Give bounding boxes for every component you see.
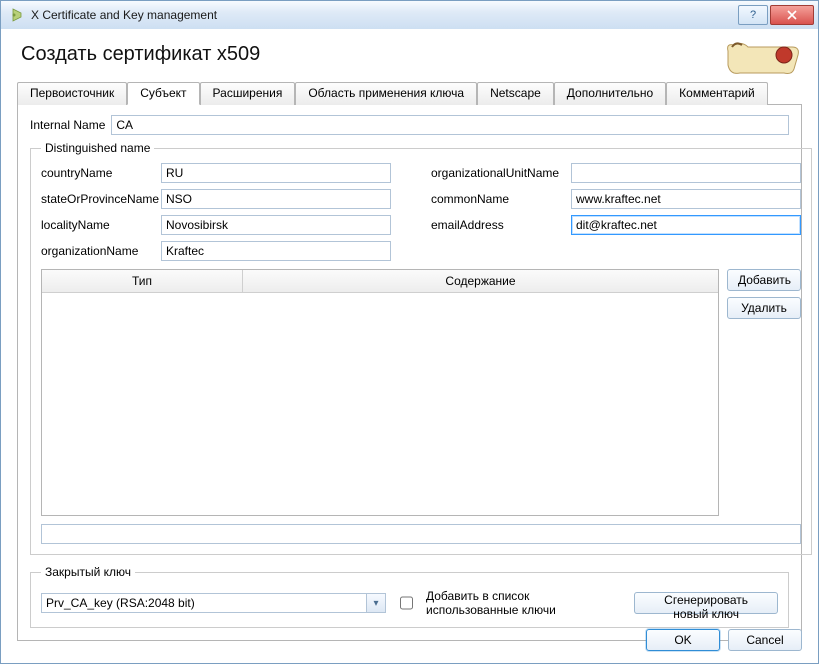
email-input[interactable] xyxy=(571,215,801,235)
close-icon xyxy=(786,10,798,20)
add-button[interactable]: Добавить xyxy=(727,269,801,291)
tab-subject[interactable]: Субъект xyxy=(127,82,199,105)
state-name-label: stateOrProvinceName xyxy=(41,192,161,206)
window-controls: ? xyxy=(738,5,814,25)
tab-panel-subject: Internal Name Distinguished name country… xyxy=(17,105,802,641)
private-key-selected: Prv_CA_key (RSA:2048 bit) xyxy=(42,596,366,610)
tab-extensions[interactable]: Расширения xyxy=(200,82,296,105)
org-name-label: organizationName xyxy=(41,244,161,258)
distinguished-name-group: Distinguished name countryName organizat… xyxy=(30,141,812,555)
country-name-input[interactable] xyxy=(161,163,391,183)
used-keys-label: Добавить в список использованные ключи xyxy=(426,589,614,617)
help-button[interactable]: ? xyxy=(738,5,768,25)
state-name-input[interactable] xyxy=(161,189,391,209)
dn-extra-table[interactable]: Тип Содержание xyxy=(41,269,719,516)
tab-netscape[interactable]: Netscape xyxy=(477,82,554,105)
page-title: Создать сертификат x509 xyxy=(21,43,260,66)
generate-key-button[interactable]: Сгенерировать новый ключ xyxy=(634,592,778,614)
app-logo xyxy=(722,39,802,79)
org-name-input[interactable] xyxy=(161,241,391,261)
chevron-down-icon: ▾ xyxy=(366,594,385,612)
locality-name-input[interactable] xyxy=(161,215,391,235)
tab-advanced[interactable]: Дополнительно xyxy=(554,82,666,105)
distinguished-name-legend: Distinguished name xyxy=(41,141,154,155)
internal-name-input[interactable] xyxy=(111,115,789,135)
col-type[interactable]: Тип xyxy=(42,270,243,292)
private-key-select[interactable]: Prv_CA_key (RSA:2048 bit) ▾ xyxy=(41,593,386,613)
used-keys-checkbox[interactable] xyxy=(400,596,413,610)
dn-extra-table-body[interactable] xyxy=(42,293,718,515)
locality-name-label: localityName xyxy=(41,218,161,232)
app-window: X Certificate and Key management ? Созда… xyxy=(0,0,819,664)
col-content[interactable]: Содержание xyxy=(243,270,718,292)
ou-name-input[interactable] xyxy=(571,163,801,183)
tab-comment[interactable]: Комментарий xyxy=(666,82,768,105)
country-name-label: countryName xyxy=(41,166,161,180)
common-name-input[interactable] xyxy=(571,189,801,209)
common-name-label: commonName xyxy=(431,192,571,206)
window-title: X Certificate and Key management xyxy=(31,8,738,22)
dn-string-field[interactable] xyxy=(41,524,801,544)
ok-button[interactable]: OK xyxy=(646,629,720,651)
private-key-legend: Закрытый ключ xyxy=(41,565,135,579)
app-icon xyxy=(9,7,25,23)
email-label: emailAddress xyxy=(431,218,571,232)
help-icon: ? xyxy=(750,9,756,21)
cancel-button[interactable]: Cancel xyxy=(728,629,802,651)
tab-keyusage[interactable]: Область применения ключа xyxy=(295,82,477,105)
titlebar: X Certificate and Key management ? xyxy=(1,1,818,30)
tabstrip: Первоисточник Субъект Расширения Область… xyxy=(17,81,802,105)
internal-name-label: Internal Name xyxy=(30,118,105,132)
tab-source[interactable]: Первоисточник xyxy=(17,82,127,105)
dialog-buttons: OK Cancel xyxy=(646,629,802,651)
private-key-group: Закрытый ключ Prv_CA_key (RSA:2048 bit) … xyxy=(30,565,789,628)
close-button[interactable] xyxy=(770,5,814,25)
ou-name-label: organizationalUnitName xyxy=(431,166,571,180)
delete-button[interactable]: Удалить xyxy=(727,297,801,319)
dialog-body: Создать сертификат x509 Первоисточник Су… xyxy=(1,29,818,663)
